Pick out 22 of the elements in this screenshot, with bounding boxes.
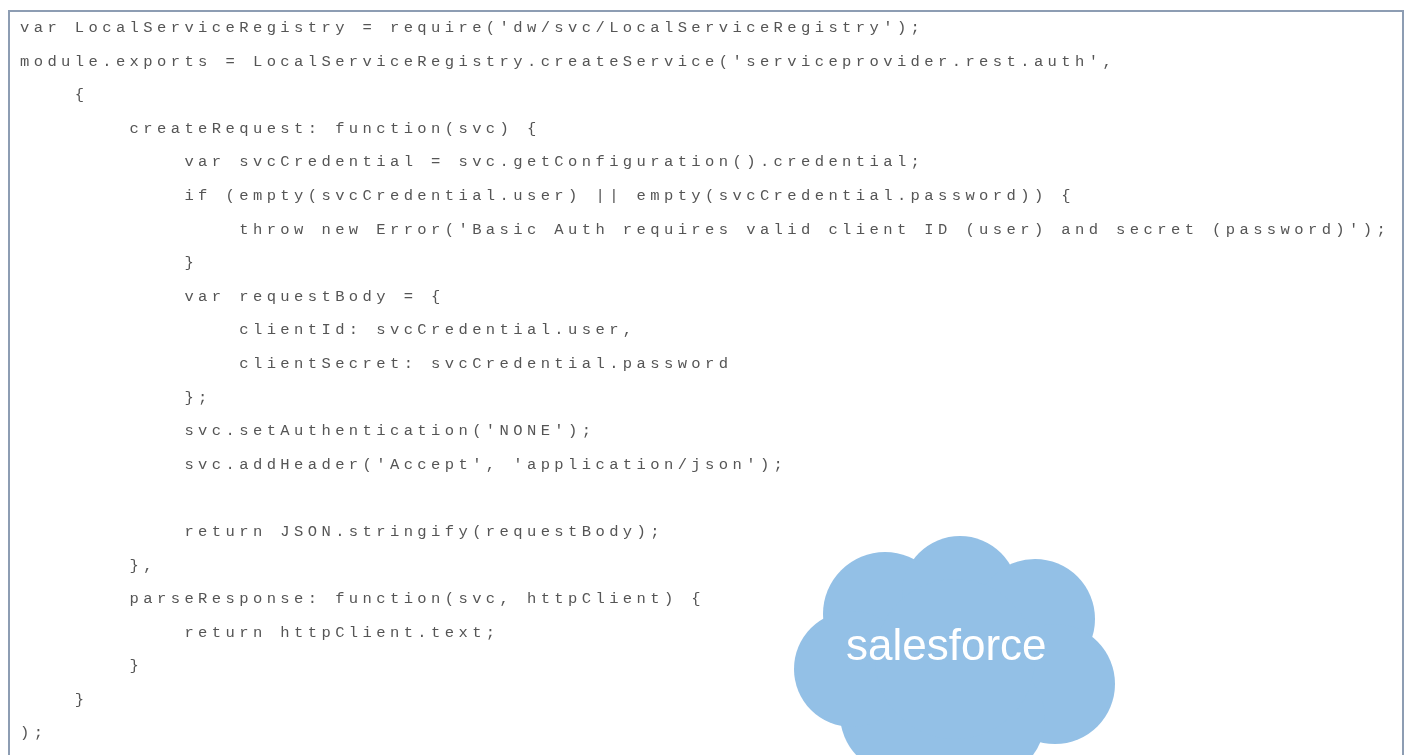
code-line: parseResponse: function(svc, httpClient) { bbox=[128, 589, 706, 611]
code-line: createRequest: function(svc) { bbox=[128, 118, 541, 140]
code-line: if (empty(svcCredential.user) || empty(svcCredential.password)) { bbox=[183, 185, 1076, 207]
code-line: var LocalServiceRegistry = require('dw/svc/LocalServiceRegistry'); bbox=[20, 18, 925, 39]
code-line: svc.setAuthentication('NONE'); bbox=[183, 421, 596, 443]
code-line: module.exports = LocalServiceRegistry.createService('serviceprovider.rest.auth', bbox=[20, 51, 1117, 73]
code-line: var requestBody = { bbox=[183, 286, 445, 308]
code-line: clientId: svcCredential.user, bbox=[238, 320, 637, 342]
code-line: } bbox=[183, 253, 199, 275]
code-line: throw new Error('Basic Auth requires valid client ID (user) and secret (password)'); bbox=[238, 219, 1391, 241]
code-line: ); bbox=[20, 723, 48, 745]
code-line: } bbox=[128, 656, 144, 678]
code-line: } bbox=[73, 689, 89, 711]
code-line: svc.addHeader('Accept', 'application/json'); bbox=[183, 454, 788, 476]
code-line: var svcCredential = svc.getConfiguration().credential; bbox=[183, 152, 925, 174]
code-line: }, bbox=[128, 555, 157, 577]
code-line: }; bbox=[183, 387, 212, 409]
code-line: clientSecret: svcCredential.password bbox=[238, 353, 733, 375]
code-line: { bbox=[73, 85, 89, 107]
code-line: return JSON.stringify(requestBody); bbox=[183, 521, 664, 543]
logo-text: salesforce bbox=[846, 619, 1047, 671]
code-line: return httpClient.text; bbox=[183, 622, 500, 644]
